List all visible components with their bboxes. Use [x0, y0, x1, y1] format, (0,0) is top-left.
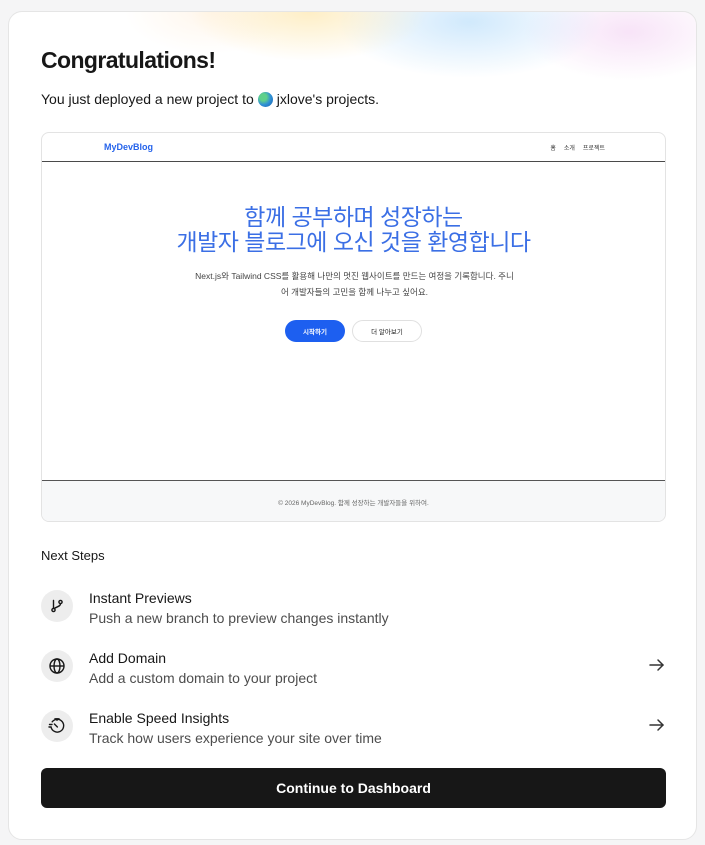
next-steps-heading: Next Steps [41, 548, 105, 563]
preview-navbar: MyDevBlog 홈 소개 프로젝트 [42, 133, 665, 162]
preview-learn-more-button: 더 알아보기 [352, 320, 422, 342]
step-title: Add Domain [89, 650, 167, 666]
preview-hero-description: Next.js와 Tailwind CSS를 활용해 나만의 멋진 웹사이트를 … [195, 271, 514, 297]
preview-nav-link-projects: 프로젝트 [582, 146, 605, 152]
subtitle-text: You just deployed a new project to [41, 91, 254, 107]
speed-insights-icon [41, 710, 73, 742]
step-title: Instant Previews [89, 590, 192, 606]
step-description: Add a custom domain to your project [89, 670, 318, 686]
continue-to-dashboard-button[interactable]: Continue to Dashboard [41, 768, 666, 808]
preview-nav-links: 홈 소개 프로젝트 [550, 143, 605, 152]
step-title: Enable Speed Insights [89, 710, 230, 726]
preview-hero-title: 함께 공부하며 성장하는 개발자 블로그에 오신 것을 환영합니다 [42, 205, 665, 255]
site-preview[interactable]: MyDevBlog 홈 소개 프로젝트 함께 공부하며 성장하는 개발자 블로그… [41, 132, 666, 522]
deployment-success-card: Congratulations! You just deployed a new… [8, 11, 697, 840]
globe-icon [41, 650, 73, 682]
preview-footer: © 2026 MyDevBlog. 함께 성장하는 개발자들을 위하여. [42, 480, 665, 521]
step-instant-previews[interactable]: Instant Previews Push a new branch to pr… [41, 590, 666, 636]
team-name: jxlove's projects. [276, 91, 380, 107]
page-title: Congratulations! [41, 47, 216, 73]
deploy-subtitle: You just deployed a new project to jxlov… [41, 91, 379, 107]
arrow-right-icon[interactable] [648, 656, 666, 674]
step-add-domain[interactable]: Add Domain Add a custom domain to your p… [41, 650, 666, 696]
preview-hero-title-line1: 함께 공부하며 성장하는 [244, 204, 463, 230]
arrow-right-icon[interactable] [648, 716, 666, 734]
preview-start-button: 시작하기 [285, 320, 345, 342]
step-enable-speed-insights[interactable]: Enable Speed Insights Track how users ex… [41, 710, 666, 756]
preview-nav-link-home: 홈 [550, 146, 556, 152]
preview-nav-link-about: 소개 [563, 146, 575, 152]
team-avatar-icon [257, 91, 273, 107]
preview-logo: MyDevBlog [104, 142, 154, 152]
git-branch-icon [41, 590, 73, 622]
step-description: Push a new branch to preview changes ins… [89, 610, 389, 626]
preview-hero-title-line2: 개발자 블로그에 오신 것을 환영합니다 [176, 229, 531, 255]
step-description: Track how users experience your site ove… [89, 730, 382, 746]
